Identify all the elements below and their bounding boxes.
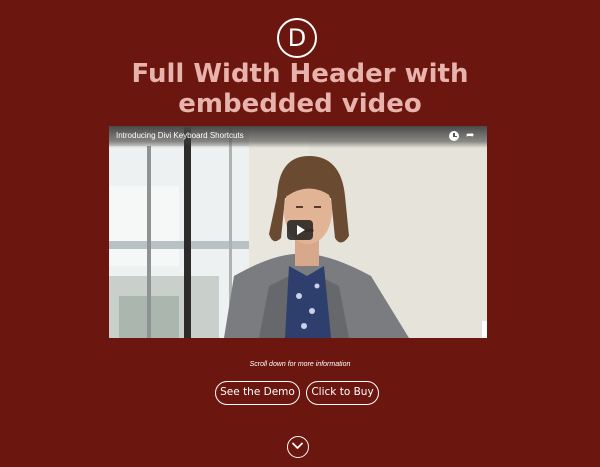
click-to-buy-button[interactable]: Click to Buy	[306, 381, 379, 405]
scroll-hint: Scroll down for more information	[249, 361, 351, 368]
share-icon[interactable]: ➦	[466, 130, 474, 142]
watch-later-clock-icon[interactable]	[449, 131, 459, 141]
logo-letter: D	[287, 24, 307, 52]
divi-logo[interactable]: D	[277, 18, 317, 58]
chevron-down-icon	[292, 442, 303, 449]
page-title: Full Width Header with embedded video	[0, 59, 600, 119]
hero-section: D Full Width Header with embedded video	[0, 0, 600, 467]
video-title-bar: Introducing Divi Keyboard Shortcuts ➦	[109, 126, 487, 148]
chevron-down-circle-icon[interactable]	[287, 436, 309, 458]
see-demo-button[interactable]: See the Demo	[215, 381, 300, 405]
embedded-video[interactable]: Introducing Divi Keyboard Shortcuts ➦	[109, 126, 487, 338]
play-button[interactable]	[287, 220, 313, 240]
title-line-1: Full Width Header with	[131, 59, 469, 89]
title-line-2: embedded video	[178, 89, 422, 119]
video-title[interactable]: Introducing Divi Keyboard Shortcuts	[116, 131, 244, 140]
